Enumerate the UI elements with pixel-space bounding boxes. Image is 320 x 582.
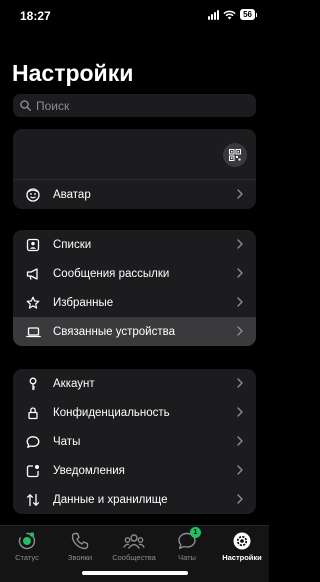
settings-gear-icon: [233, 532, 251, 550]
row-label: Избранные: [53, 296, 114, 309]
arrows-icon: [25, 492, 41, 508]
tab-label: Сообщества: [112, 553, 156, 562]
settings-row-broadcasts[interactable]: Сообщения рассылки: [13, 259, 256, 288]
row-label: Аккаунт: [53, 377, 95, 390]
settings-row-avatar[interactable]: Аватар: [13, 180, 256, 209]
battery-cap: [256, 12, 257, 17]
account-card: Аккаунт Конфиденциальность Чаты Уведомле…: [13, 369, 256, 514]
settings-row-privacy[interactable]: Конфиденциальность: [13, 398, 256, 427]
battery-indicator: 56: [240, 9, 255, 20]
profile-card: Аватар: [13, 129, 256, 209]
chevron-right-icon: [237, 268, 243, 278]
tab-label: Чаты: [178, 553, 196, 562]
chevron-right-icon: [237, 297, 243, 307]
qr-code-icon: [229, 149, 241, 161]
tab-status[interactable]: Статус: [0, 530, 54, 562]
tab-label: Звонки: [67, 553, 93, 562]
profile-area[interactable]: [13, 129, 256, 180]
status-time: 18:27: [20, 9, 51, 23]
chevron-right-icon: [237, 378, 243, 388]
row-label: Уведомления: [53, 464, 125, 477]
row-label: Конфиденциальность: [53, 406, 170, 419]
row-label: Данные и хранилище: [53, 493, 168, 506]
unread-badge: 1: [190, 527, 201, 538]
settings-row-storage[interactable]: Данные и хранилище: [13, 485, 256, 514]
settings-row-chats[interactable]: Чаты: [13, 427, 256, 456]
chat-bubble-icon: [25, 434, 41, 450]
row-label: Чаты: [53, 435, 81, 448]
lists-icon: [25, 237, 41, 253]
home-indicator: [82, 571, 188, 575]
tab-label: Статус: [15, 553, 39, 562]
chevron-right-icon: [237, 326, 243, 336]
chevron-right-icon: [237, 436, 243, 446]
chevron-right-icon: [237, 239, 243, 249]
wifi-icon: [223, 10, 236, 19]
laptop-icon: [25, 324, 41, 340]
lock-icon: [25, 405, 41, 421]
status-bar: 18:27 56: [0, 0, 269, 30]
chevron-right-icon: [237, 494, 243, 504]
phone-icon: [71, 532, 89, 550]
settings-row-starred[interactable]: Избранные: [13, 288, 256, 317]
notification-icon: [25, 463, 41, 479]
chevron-right-icon: [237, 189, 243, 199]
tab-label: Настройки: [222, 553, 262, 562]
settings-row-notifications[interactable]: Уведомления: [13, 456, 256, 485]
communities-icon: [123, 534, 145, 549]
star-icon: [25, 295, 41, 311]
tools-card: Списки Сообщения рассылки Избранные Связ…: [13, 230, 256, 346]
search-input[interactable]: [36, 98, 236, 113]
tab-communities[interactable]: Сообщества: [107, 530, 161, 562]
row-label: Связанные устройства: [53, 325, 175, 338]
search-bar[interactable]: [13, 94, 256, 117]
status-icons: 56: [208, 9, 257, 20]
avatar-icon: [25, 187, 41, 203]
tab-chats[interactable]: 1 Чаты: [160, 527, 214, 562]
row-label: Сообщения рассылки: [53, 267, 170, 280]
row-label: Списки: [53, 238, 92, 251]
search-icon: [20, 100, 31, 111]
megaphone-icon: [25, 266, 41, 282]
page-title: Настройки: [12, 60, 134, 86]
status-icon: [18, 532, 36, 550]
key-icon: [25, 376, 41, 392]
cellular-signal-icon: [208, 9, 220, 20]
row-label: Аватар: [53, 188, 91, 201]
settings-row-lists[interactable]: Списки: [13, 230, 256, 259]
chevron-right-icon: [237, 407, 243, 417]
tab-calls[interactable]: Звонки: [53, 530, 107, 562]
chevron-right-icon: [237, 465, 243, 475]
settings-row-account[interactable]: Аккаунт: [13, 369, 256, 398]
qr-code-button[interactable]: [223, 143, 247, 167]
settings-row-linked-devices[interactable]: Связанные устройства: [13, 317, 256, 346]
tab-settings[interactable]: Настройки: [215, 530, 269, 562]
